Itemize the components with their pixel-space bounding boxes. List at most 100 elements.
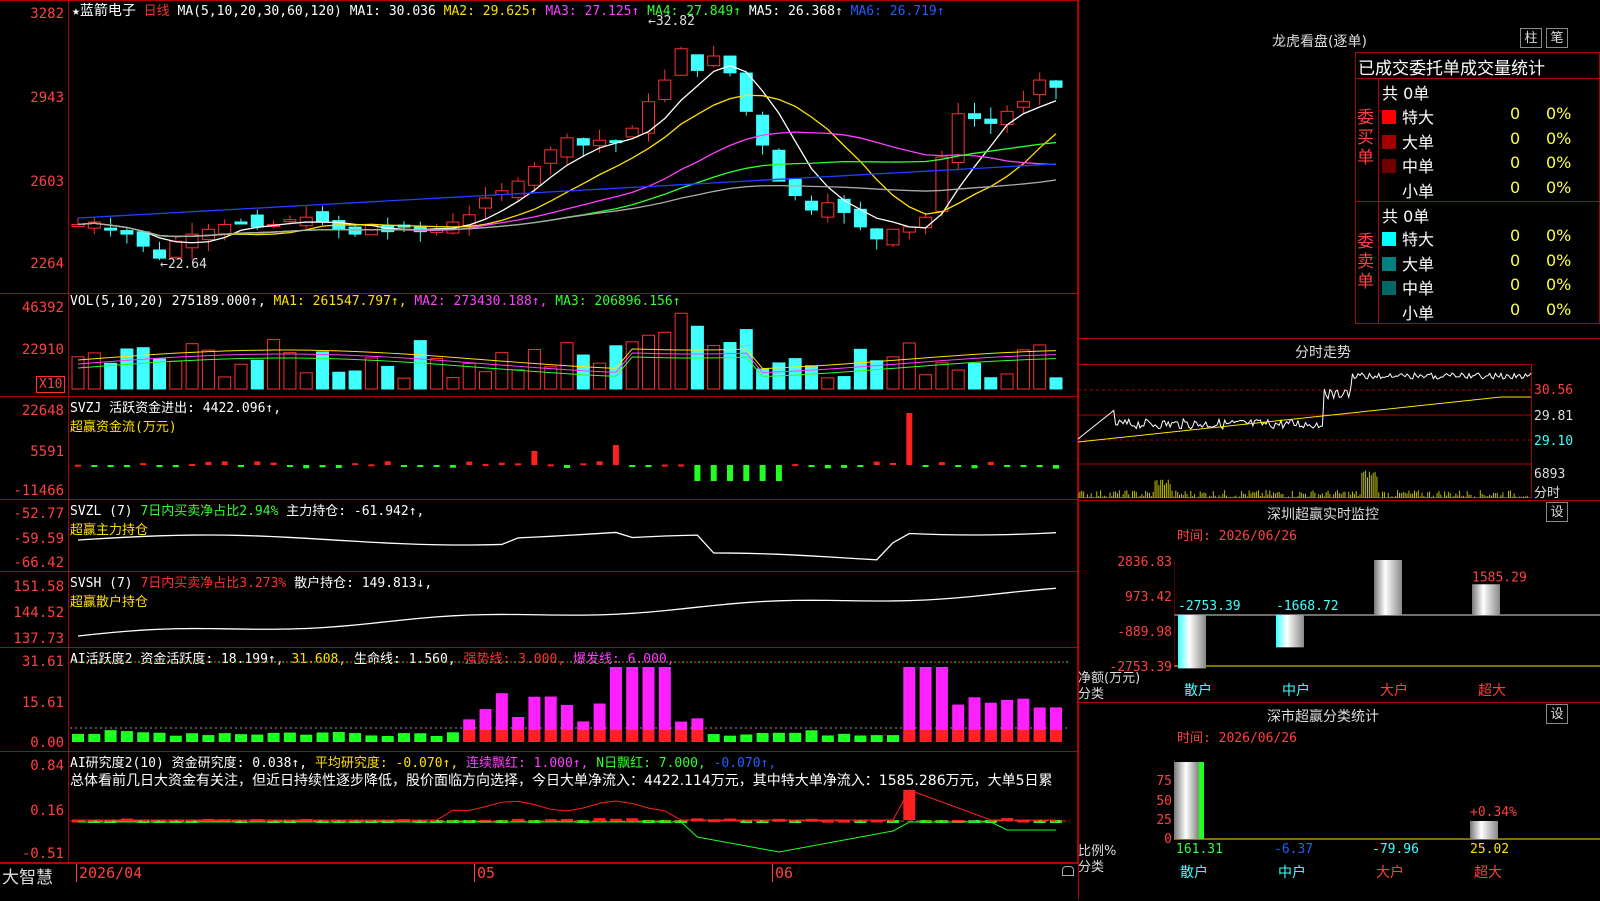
monitor-title: 深圳超赢实时监控 [1267, 507, 1379, 523]
svg-text:-6.37: -6.37 [1274, 842, 1313, 857]
fenshi-svg [1078, 371, 1532, 498]
classify-title: 深市超赢分类统计 [1267, 709, 1379, 725]
stat-row-value: 0 [1510, 104, 1521, 123]
color-swatch [1382, 256, 1396, 271]
svg-text:大户: 大户 [1380, 682, 1408, 699]
stat-row-percent: 0% [1546, 104, 1572, 123]
stat-row-name: 特大 [1402, 230, 1435, 249]
color-swatch [1382, 159, 1396, 173]
monitor-chart: -2753.39 散户 -1668.72 中户 2836.83 大户 1585.29 超大 [1174, 560, 1600, 699]
classify-y-label: 75 [1156, 774, 1172, 789]
svg-text:散户: 散户 [1180, 864, 1208, 881]
stat-row-value: 0 [1510, 299, 1521, 319]
svg-text:中户: 中户 [1278, 864, 1306, 881]
svg-text:161.31: 161.31 [1176, 842, 1223, 857]
svg-text:-79.96: -79.96 [1372, 842, 1419, 857]
stat-row-name: 大单 [1402, 254, 1435, 274]
color-swatch [1382, 305, 1396, 320]
stat-row: 小单 [1382, 178, 1434, 202]
classify-time: 时间: 2026/06/26 [1177, 731, 1297, 746]
stat-row-name: 小单 [1402, 181, 1435, 201]
stat-row-value: 0 [1510, 250, 1521, 270]
ai2-bars [70, 789, 1070, 853]
monitor-cat-label: 分类 [1078, 687, 1105, 702]
stat-row-percent: 0% [1546, 250, 1572, 270]
svg-text:散户: 散户 [1184, 682, 1212, 699]
fenshi-vol: 6893 [1534, 467, 1566, 482]
stat-row-percent: 0% [1546, 226, 1572, 245]
ai1-bars [72, 667, 1062, 742]
stat-row-percent: 0% [1546, 153, 1572, 172]
bar-mode-button[interactable]: 柱 [1520, 28, 1542, 48]
stat-row-name: 特大 [1402, 108, 1435, 127]
classify-y-label: 0 [1164, 832, 1172, 847]
stat-row: 中单 [1382, 275, 1434, 299]
monitor-settings-button[interactable]: 设 [1546, 502, 1568, 522]
stat-title: 已成交委托单成交量统计 [1358, 59, 1545, 79]
svg-text:大户: 大户 [1376, 864, 1404, 881]
stat-row-name: 小单 [1402, 303, 1435, 323]
classify-y-label: 50 [1156, 794, 1172, 809]
classify-settings-button[interactable]: 设 [1546, 704, 1568, 724]
stat-row-value: 0 [1510, 177, 1521, 197]
stat-row-percent: 0% [1546, 275, 1572, 294]
x-label-jun: 06 [772, 864, 793, 882]
stat-row-value: 0 [1510, 128, 1521, 148]
svg-text:-1668.72: -1668.72 [1276, 599, 1339, 614]
stat-row-value: 0 [1510, 153, 1521, 172]
sell-vertical-label: 委卖单 [1357, 232, 1374, 292]
fenshi-unit: 分时 [1534, 486, 1561, 501]
color-swatch [1382, 110, 1396, 124]
chart-canvas[interactable] [0, 0, 1078, 863]
classify-y-label: 25 [1156, 813, 1172, 828]
x-label-may: 05 [474, 864, 495, 882]
stat-row-name: 中单 [1402, 279, 1435, 298]
stat-row-percent: 0% [1546, 177, 1572, 197]
lhb-title: 龙虎看盘(逐单) [1272, 34, 1367, 50]
svg-text:+0.34%: +0.34% [1470, 805, 1517, 820]
stat-row-name: 大单 [1402, 132, 1435, 152]
stat-row: 特大 [1382, 226, 1434, 250]
stat-row: 特大 [1382, 104, 1434, 128]
fenshi-y1: 30.56 [1534, 383, 1574, 398]
monitor-time: 时间: 2026/06/26 [1177, 529, 1297, 544]
sell-total: 共 0单 [1382, 207, 1430, 226]
stat-row-name: 中单 [1402, 157, 1435, 176]
monitor-y-label: 973.42 [1125, 590, 1172, 605]
buy-total: 共 0单 [1382, 84, 1430, 103]
monitor-y-label: -889.98 [1117, 625, 1172, 640]
stat-row: 大单 [1382, 129, 1434, 153]
volume-bars [71, 312, 1063, 390]
svg-text:-2753.39: -2753.39 [1178, 599, 1241, 614]
svg-text:超大: 超大 [1478, 683, 1506, 699]
svg-text:中户: 中户 [1282, 682, 1310, 699]
svg-text:25.02: 25.02 [1470, 842, 1509, 857]
fenshi-title: 分时走势 [1295, 345, 1351, 361]
color-swatch [1382, 134, 1396, 149]
x-label-start: 2026/04 [76, 864, 142, 882]
svg-text:1585.29: 1585.29 [1472, 570, 1527, 585]
color-swatch [1382, 281, 1396, 295]
stat-row: 大单 [1382, 251, 1434, 275]
stat-row: 小单 [1382, 300, 1434, 324]
lock-icon[interactable] [1062, 866, 1074, 876]
stat-row-value: 0 [1510, 226, 1521, 245]
tick-mode-button[interactable]: 笔 [1546, 28, 1568, 48]
svg-text:2836.83: 2836.83 [1374, 560, 1429, 561]
candles [71, 45, 1063, 261]
color-swatch [1382, 183, 1396, 198]
svg-text:超大: 超大 [1474, 865, 1502, 881]
buy-vertical-label: 委买单 [1357, 108, 1374, 168]
classify-cat-label: 分类 [1078, 860, 1105, 875]
svzj-bars [75, 413, 1059, 481]
stat-row: 中单 [1382, 153, 1434, 177]
stat-row-percent: 0% [1546, 299, 1572, 319]
stat-row-value: 0 [1510, 275, 1521, 294]
stat-row-percent: 0% [1546, 128, 1572, 148]
fenshi-y3: 29.10 [1534, 434, 1574, 449]
classify-chart: +0.34% 161.31 -6.37 -79.96 25.02 散户 中户 大户 超大 [1174, 760, 1600, 881]
fenshi-y2: 29.81 [1534, 409, 1574, 424]
brand-logo: 大智慧 [2, 868, 53, 888]
monitor-y-label: 2836.83 [1117, 555, 1172, 570]
color-swatch [1382, 232, 1396, 246]
